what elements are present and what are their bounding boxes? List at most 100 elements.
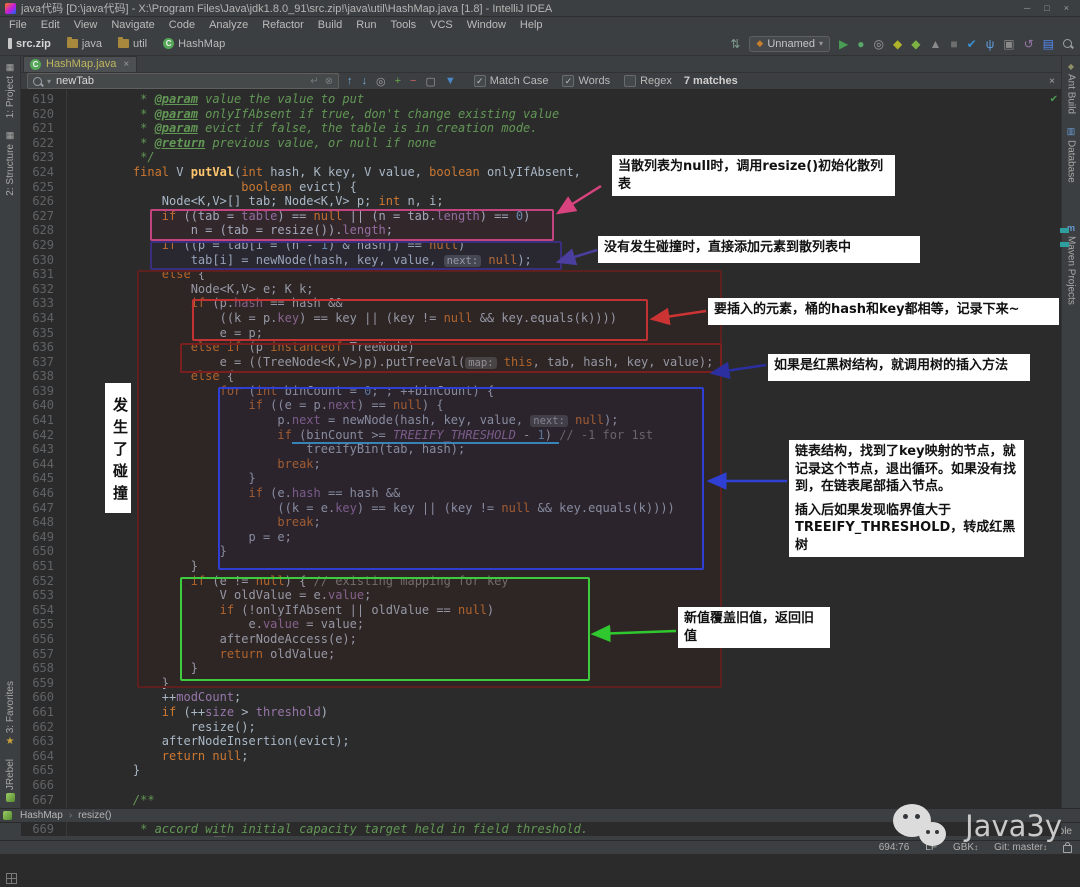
menu-item-file[interactable]: File: [2, 19, 34, 31]
revert-icon[interactable]: ↺: [1024, 38, 1034, 50]
jrebel-debug-icon[interactable]: ◆: [911, 38, 920, 50]
run-config-icon: ◆: [756, 38, 764, 48]
bottom-breadcrumb-item[interactable]: HashMap: [20, 810, 63, 821]
menu-item-run[interactable]: Run: [349, 19, 383, 31]
left-tool-stripe: ▦ 1: Project ▦ 2: Structure 3: Favorites ★ JRe…: [0, 56, 21, 808]
menu-item-analyze[interactable]: Analyze: [202, 19, 255, 31]
run-icon[interactable]: ▶: [839, 38, 848, 50]
breadcrumb-util[interactable]: util: [118, 37, 147, 50]
jrebel-run-icon[interactable]: ◆: [893, 38, 902, 50]
code-line: ++modCount;: [104, 690, 242, 705]
next-match-icon[interactable]: ↓: [362, 75, 368, 87]
code-line: if (++size > threshold): [161, 704, 329, 719]
stripe-button-maven-projects[interactable]: m Maven Projects: [1066, 217, 1077, 311]
code-line: else if (p instanceof TreeNode): [190, 340, 415, 355]
stripe-button-2-structure[interactable]: ▦ 2: Structure: [5, 124, 16, 202]
option-regex[interactable]: Regex: [624, 75, 672, 87]
menu-item-help[interactable]: Help: [513, 19, 550, 31]
tab-close-icon[interactable]: ×: [123, 59, 129, 70]
run-configuration-select[interactable]: ◆ Unnamed ▾: [749, 35, 831, 52]
maximize-button[interactable]: □: [1044, 3, 1049, 13]
find-bar-close-icon[interactable]: ×: [1049, 76, 1055, 87]
code-line: */: [140, 150, 155, 165]
line-number: 662: [32, 719, 54, 734]
menu-item-code[interactable]: Code: [162, 19, 202, 31]
main-toolbar: src.zip java util C HashMap ⇅ ◆ Unnamed ▾ ▶ ●…: [0, 32, 1080, 56]
checkbox-icon: [624, 75, 637, 87]
code-line: boolean evict) {: [241, 179, 357, 194]
code-line: V oldValue = e.value;: [104, 588, 372, 603]
class-icon: C: [163, 38, 175, 49]
line-number: 622: [32, 135, 54, 150]
line-number: 630: [32, 252, 54, 267]
code-editor[interactable]: 619 620 621 622 623 624 625 626 627 628 629 630 631 6…: [21, 90, 1061, 837]
line-number: 649: [32, 529, 54, 544]
stripe-button-database[interactable]: ▥ Database: [1066, 120, 1077, 189]
commit-check-icon[interactable]: ✔: [967, 38, 977, 50]
remove-occurrence-icon[interactable]: −: [410, 75, 416, 87]
vcs-update-icon[interactable]: ψ: [986, 38, 995, 50]
add-occurrence-icon[interactable]: +: [395, 75, 401, 87]
line-number: 644: [32, 456, 54, 471]
line-number: 669: [32, 821, 54, 836]
line-number: 623: [32, 150, 54, 165]
line-number: 625: [32, 179, 54, 194]
option-match-case[interactable]: ✓ Match Case: [473, 75, 548, 87]
line-number: 659: [32, 675, 54, 690]
menu-item-window[interactable]: Window: [460, 19, 513, 31]
code-line: afterNodeInsertion(evict);: [104, 734, 350, 749]
menu-item-vcs[interactable]: VCS: [423, 19, 460, 31]
minimize-button[interactable]: ─: [1024, 3, 1030, 13]
menu-item-navigate[interactable]: Navigate: [104, 19, 161, 31]
close-button[interactable]: ×: [1064, 3, 1069, 13]
breadcrumb-label: src.zip: [16, 37, 51, 50]
stripe-button-jrebel[interactable]: JRebel: [5, 753, 16, 808]
inspection-ok-icon: ✔: [1049, 94, 1058, 105]
code-line: if (!onlyIfAbsent || oldValue == null): [219, 602, 495, 617]
code-line: if ((p = tab[i = (n - 1) & hash]) == nul…: [161, 237, 466, 252]
breadcrumb-HashMap[interactable]: C HashMap: [163, 38, 225, 50]
search-everywhere-icon[interactable]: [1063, 38, 1072, 50]
code-line: if (e.hash == hash &&: [248, 486, 401, 501]
breadcrumb-java[interactable]: java: [66, 37, 102, 50]
select-all-occurrences-icon[interactable]: ▢: [425, 75, 435, 88]
option-words[interactable]: ✓ Words: [562, 75, 610, 87]
code-line: }: [104, 471, 256, 486]
option-label: Regex: [640, 75, 672, 87]
line-number: 663: [32, 734, 54, 749]
paste-icon[interactable]: ▤: [1043, 38, 1054, 50]
stop-icon[interactable]: ■: [950, 38, 957, 50]
debug-icon[interactable]: ●: [857, 38, 864, 50]
toolwindow-anchor-icon[interactable]: [6, 873, 17, 884]
line-number: 660: [32, 690, 54, 705]
breadcrumb-src-zip[interactable]: src.zip: [8, 38, 51, 50]
menu-item-edit[interactable]: Edit: [34, 19, 67, 31]
stripe-button-1-project[interactable]: ▦ 1: Project: [5, 56, 16, 124]
stripe-button-3-favorites[interactable]: 3: Favorites ★: [5, 675, 16, 753]
stripe-button-ant-build[interactable]: ◆ Ant Build: [1066, 56, 1077, 120]
stripe-label: 2: Structure: [4, 144, 16, 196]
menu-item-build[interactable]: Build: [311, 19, 349, 31]
code-line: if (p.hash == hash &&: [190, 296, 343, 311]
stripe-label: 1: Project: [4, 76, 16, 119]
code-line: if ((tab = table) == null || (n = tab.le…: [161, 208, 531, 223]
sync-toolwindows-icon[interactable]: ⇅: [730, 38, 740, 50]
menu-item-tools[interactable]: Tools: [383, 19, 423, 31]
breadcrumb-label: HashMap: [178, 37, 226, 50]
watermark: Java3y: [893, 800, 1062, 852]
search-input[interactable]: ▾ newTab ↵ ⊗: [27, 73, 339, 89]
tab-hashmap-java[interactable]: C HashMap.java ×: [23, 56, 138, 72]
filter-icon[interactable]: ▼: [445, 75, 456, 87]
class-icon: C: [30, 58, 41, 70]
menu-item-refactor[interactable]: Refactor: [255, 19, 311, 31]
maven-icon: m: [1066, 222, 1075, 233]
bottom-breadcrumb-item[interactable]: resize(): [78, 810, 111, 821]
profiler-icon[interactable]: ▲: [929, 38, 941, 50]
find-all-icon[interactable]: ◎: [376, 75, 386, 88]
menu-item-view[interactable]: View: [67, 19, 105, 31]
code-line: * @param onlyIfAbsent if true, don't cha…: [140, 106, 560, 121]
coverage-icon[interactable]: ◎: [874, 38, 884, 50]
prev-match-icon[interactable]: ↑: [347, 75, 353, 87]
shelve-icon[interactable]: ▣: [1003, 38, 1014, 50]
search-history-chevron-icon[interactable]: ▾: [47, 77, 51, 86]
